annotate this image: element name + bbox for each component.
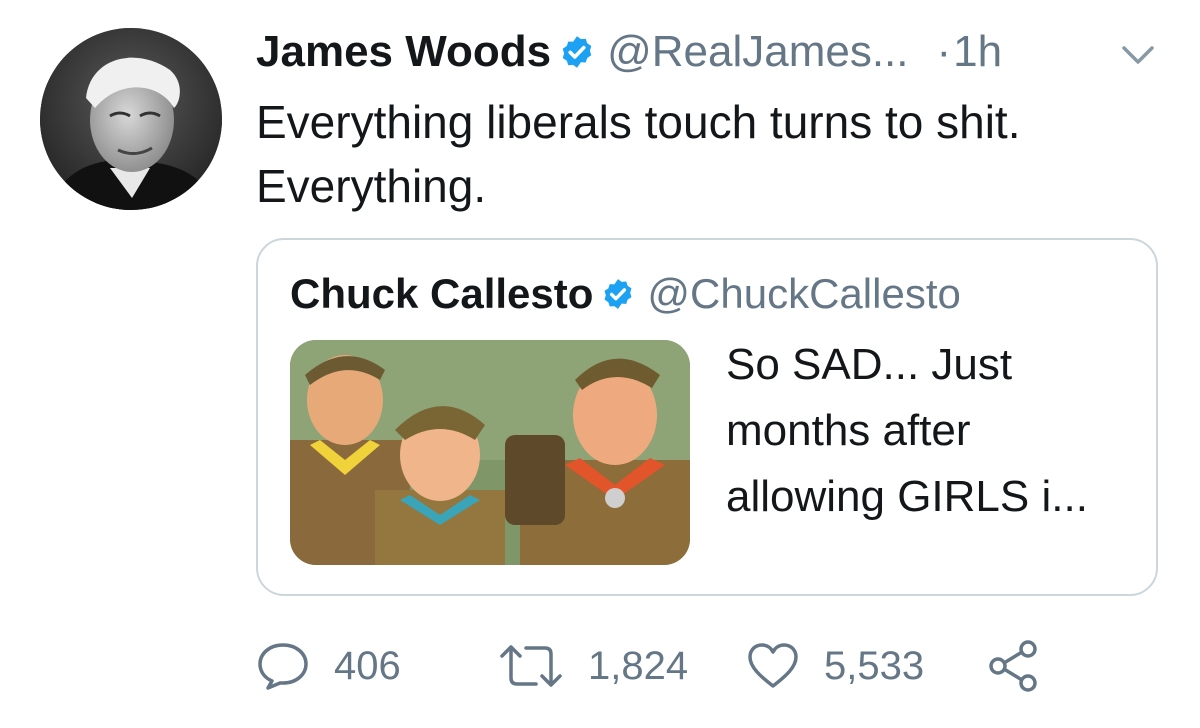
author-name[interactable]: James Woods bbox=[256, 27, 551, 77]
reply-count: 406 bbox=[334, 643, 401, 688]
tweet-header: James Woods @RealJames... · 1h bbox=[256, 22, 1002, 82]
author-handle[interactable]: @RealJames... bbox=[607, 27, 908, 77]
share-icon bbox=[989, 640, 1037, 692]
like-button[interactable]: 5,533 bbox=[746, 636, 924, 696]
reply-bubble-icon bbox=[258, 643, 308, 690]
chevron-down-icon[interactable] bbox=[1118, 40, 1158, 68]
verified-badge-icon bbox=[562, 36, 592, 68]
retweet-icon bbox=[500, 645, 562, 687]
retweet-button[interactable]: 1,824 bbox=[498, 636, 688, 696]
action-bar: 406 1,824 5,533 bbox=[256, 636, 1156, 696]
tweet-text-line: Everything. bbox=[256, 160, 487, 212]
avatar[interactable] bbox=[40, 28, 222, 210]
quoted-text-line: So SAD... Just bbox=[726, 340, 1013, 389]
quoted-tweet[interactable]: Chuck Callesto @ChuckCallesto So SAD... … bbox=[256, 238, 1158, 596]
quoted-header: Chuck Callesto @ChuckCallesto bbox=[290, 266, 961, 322]
tweet-text: Everything liberals touch turns to shit.… bbox=[256, 90, 1156, 218]
quoted-text-line: months after bbox=[726, 406, 971, 455]
reply-button[interactable]: 406 bbox=[256, 636, 401, 696]
verified-badge-icon bbox=[604, 279, 632, 309]
quoted-author-name: Chuck Callesto bbox=[290, 270, 594, 317]
separator-dot: · bbox=[936, 27, 952, 76]
quoted-author-handle: @ChuckCallesto bbox=[647, 270, 961, 317]
tweet-time[interactable]: 1h bbox=[953, 27, 1002, 77]
heart-icon bbox=[748, 643, 798, 688]
quoted-media-image[interactable] bbox=[290, 340, 690, 565]
tweet-text-line: Everything liberals touch turns to shit. bbox=[256, 96, 1021, 148]
like-count: 5,533 bbox=[824, 643, 925, 688]
retweet-count: 1,824 bbox=[588, 643, 689, 688]
quoted-text-line: allowing GIRLS i... bbox=[726, 472, 1088, 521]
share-button[interactable] bbox=[986, 636, 1040, 696]
quoted-text: So SAD... Just months after allowing GIR… bbox=[726, 332, 1146, 530]
tweet-card[interactable]: James Woods @RealJames... · 1h Everythin… bbox=[0, 0, 1200, 728]
